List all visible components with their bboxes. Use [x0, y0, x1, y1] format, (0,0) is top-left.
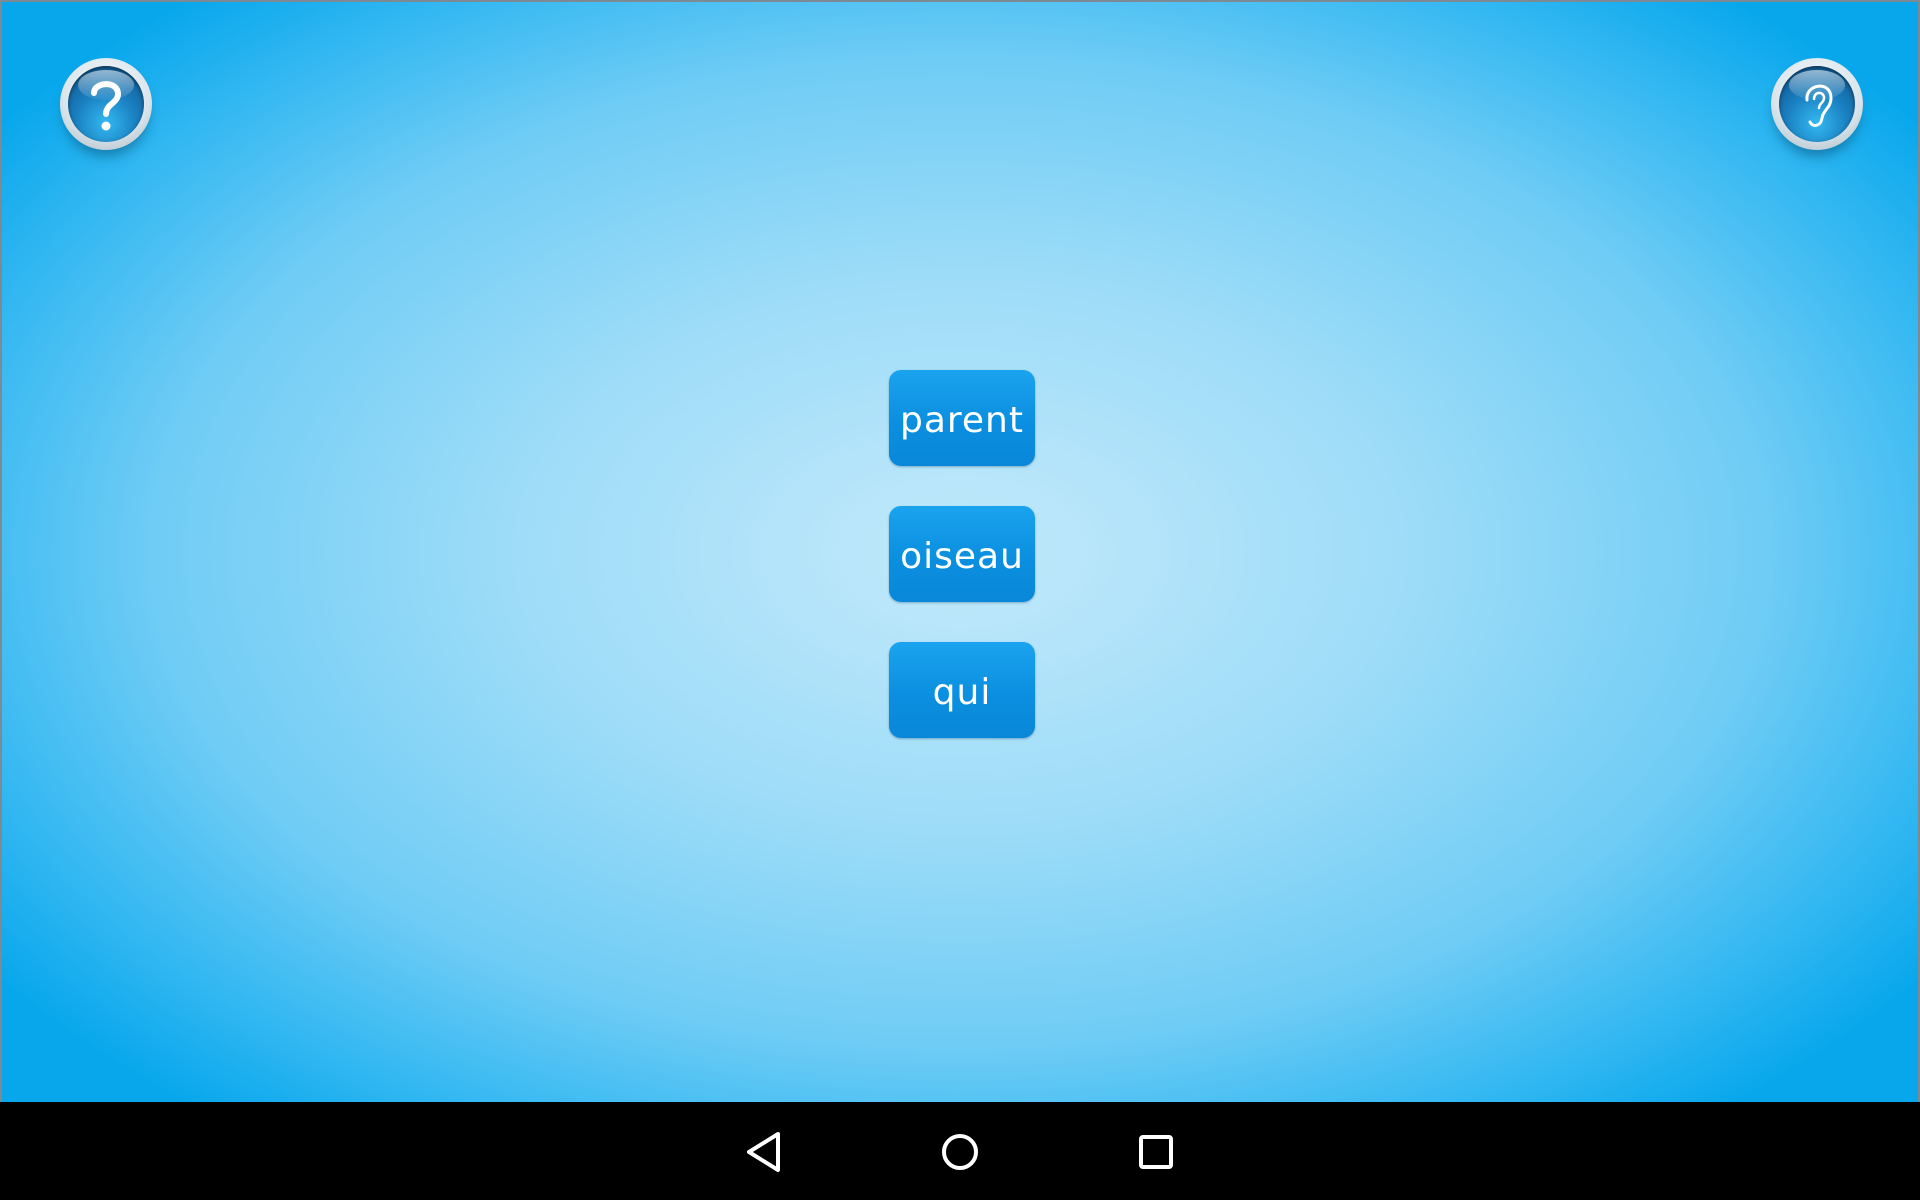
listen-button-face	[1779, 66, 1855, 142]
listen-button[interactable]	[1771, 58, 1863, 150]
ear-icon	[1805, 84, 1833, 127]
question-mark-icon	[91, 81, 122, 131]
nav-recents-button[interactable]	[1126, 1122, 1186, 1182]
help-button-face	[68, 66, 144, 142]
nav-back-button[interactable]	[734, 1122, 794, 1182]
home-circle-icon	[942, 1134, 978, 1170]
back-triangle-icon	[747, 1132, 780, 1172]
system-navigation-bar	[0, 1102, 1920, 1200]
nav-home-button[interactable]	[930, 1122, 990, 1182]
help-button[interactable]	[60, 58, 152, 150]
app-area: parent oiseau qui	[0, 0, 1920, 1102]
word-button-qui[interactable]: qui	[889, 642, 1035, 738]
recents-square-icon	[1139, 1135, 1173, 1169]
screen: parent oiseau qui	[0, 0, 1920, 1200]
word-button-oiseau[interactable]: oiseau	[889, 506, 1035, 602]
word-button-parent[interactable]: parent	[889, 370, 1035, 466]
word-choice-list: parent oiseau qui	[889, 370, 1035, 778]
